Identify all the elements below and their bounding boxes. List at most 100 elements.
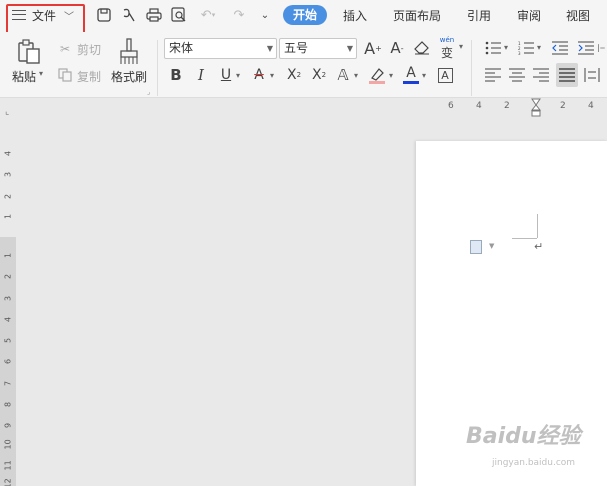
align-justify-icon[interactable] [556,63,578,87]
ruler-tick-label: 1 [3,213,13,220]
chevron-down-icon[interactable]: ▾ [389,71,393,80]
margin-corner-mark [512,238,537,239]
chevron-down-icon[interactable]: ▾ [236,71,240,80]
italic-icon[interactable]: I [191,64,211,86]
align-left-icon[interactable] [483,64,503,86]
clear-format-icon[interactable] [412,38,432,58]
increase-indent-icon[interactable] [576,38,596,58]
character-border-icon[interactable]: A [435,64,455,86]
numbered-list-icon[interactable]: 123 [516,38,536,58]
text-effects-icon[interactable]: 𝔸 [333,64,353,86]
font-color-icon[interactable]: A [401,62,421,86]
ruler-tick-label: 6 [3,358,13,365]
watermark-sub: jingyan.baidu.com [492,458,576,468]
watermark-main: Baidu经验 [466,424,581,449]
ruler-tick-label: 2 [504,101,510,111]
grow-font-icon[interactable]: A + [363,38,383,58]
menu-bar: 文件 ﹀ ↶ ▾ ↷ ⌄ 开始 插入 页面布局 引用 审阅 视图 [0,0,607,43]
font-name-value: 宋体 [169,41,194,55]
ruler-tick-label: 4 [3,150,13,157]
margin-corner-mark [537,214,538,238]
paste-icon[interactable] [16,38,42,66]
phonetic-char: 变 [440,45,453,60]
ruler-tick-label: 8 [3,401,13,408]
ruler-tick-label: 6 [448,101,454,111]
print-icon[interactable] [145,6,163,24]
ruler-tick-label: 11 [3,460,13,471]
paste-label[interactable]: 粘贴 [12,68,36,85]
ruler-tick-label: 12 [3,478,13,486]
bold-icon[interactable]: B [166,64,186,86]
tab-home[interactable]: 开始 [283,5,328,25]
tab-view[interactable]: 视图 [566,7,590,24]
ruler-tick-label: 7 [3,380,13,387]
redo-icon[interactable]: ↷ [230,6,248,24]
ruler-tick-label: 4 [476,101,482,111]
shrink-font-icon[interactable]: A- [387,38,407,58]
tab-review[interactable]: 审阅 [517,7,541,24]
chevron-down-icon[interactable]: ▾ [537,43,541,52]
bullet-list-icon[interactable] [483,38,503,58]
ruler-tick-label: 3 [3,171,13,178]
chevron-down-icon[interactable]: ▾ [422,71,426,80]
distributed-align-icon[interactable] [582,64,602,86]
strikethrough-icon[interactable]: A [249,64,269,86]
clipboard-dialog-launcher-icon[interactable]: ⌟ [147,88,150,96]
format-painter-label[interactable]: 格式刷 [111,68,147,85]
ruler-tick-label: 4 [588,101,594,111]
paste-dropdown-icon[interactable]: ▾ [39,69,43,78]
ruler-tick-label: 4 [3,316,13,323]
align-center-icon[interactable] [507,64,527,86]
underline-icon[interactable]: U [216,64,236,86]
horizontal-ruler[interactable]: ⌞ 6 4 2 2 4 [0,98,607,120]
tab-stop-icon[interactable]: ⌞ [5,107,9,117]
scissors-icon: ✂ [59,42,71,56]
copy-label[interactable]: 复制 [77,68,101,85]
group-divider [471,40,472,96]
ruler-tick-label: 10 [3,439,13,450]
group-divider [157,40,158,96]
chevron-down-icon[interactable]: ▼ [489,242,494,250]
font-name-select[interactable]: 宋体 ▼ [164,38,277,59]
customize-toolbar-icon[interactable]: ⌄ [256,6,274,24]
chevron-down-icon[interactable]: ▾ [270,71,274,80]
chevron-down-icon: ▼ [346,44,353,53]
tab-references[interactable]: 引用 [467,7,491,24]
chevron-down-icon[interactable]: ▾ [354,71,358,80]
chevron-down-icon[interactable]: ▾ [459,42,463,51]
ribbon: 粘贴 ▾ ✂ 剪切 复制 格式刷 ⌟ 宋体 ▼ 五号 ▼ A + A- wén 变… [0,32,607,98]
save-icon[interactable] [95,6,113,24]
font-size-value: 五号 [284,41,309,55]
vertical-ruler-margin[interactable]: 4 3 2 1 [0,120,16,237]
print-preview-icon[interactable] [170,6,188,24]
highlighter-icon[interactable] [366,64,388,86]
chevron-down-icon: ▼ [266,44,273,53]
tab-insert[interactable]: 插入 [343,7,367,24]
undo-icon[interactable]: ↶ ▾ [196,6,220,24]
tab-page-layout[interactable]: 页面布局 [393,7,441,24]
ruler-tick-label: 2 [3,193,13,200]
phonetic-pinyin: wén [439,35,455,44]
watermark: Baidu经验 jingyan.baidu.com [466,412,586,472]
subscript-icon[interactable]: X2 [308,64,330,86]
copy-icon [56,66,74,84]
chevron-down-icon[interactable]: ▾ [504,43,508,52]
cut-label[interactable]: 剪切 [77,41,101,58]
vertical-ruler[interactable]: 1 2 3 4 5 6 7 8 9 10 11 12 [0,237,16,486]
ruler-tick-label: 1 [3,252,13,259]
superscript-icon[interactable]: X2 [283,64,305,86]
font-size-select[interactable]: 五号 ▼ [279,38,357,59]
paste-options-icon[interactable] [470,240,482,254]
format-painter-icon[interactable] [116,38,142,66]
export-pdf-icon[interactable] [120,6,138,24]
phonetic-guide-icon[interactable]: wén 变 [437,35,457,61]
ruler-tick-label: 9 [3,422,13,429]
ruler-tick-label: 5 [3,337,13,344]
ruler-tick-label: 2 [3,273,13,280]
asian-layout-icon[interactable] [598,38,607,58]
align-right-icon[interactable] [531,64,551,86]
ruler-tick-label: 2 [560,101,566,111]
svg-text:3: 3 [518,51,521,55]
decrease-indent-icon[interactable] [550,38,570,58]
indent-marker-icon[interactable] [530,98,542,118]
